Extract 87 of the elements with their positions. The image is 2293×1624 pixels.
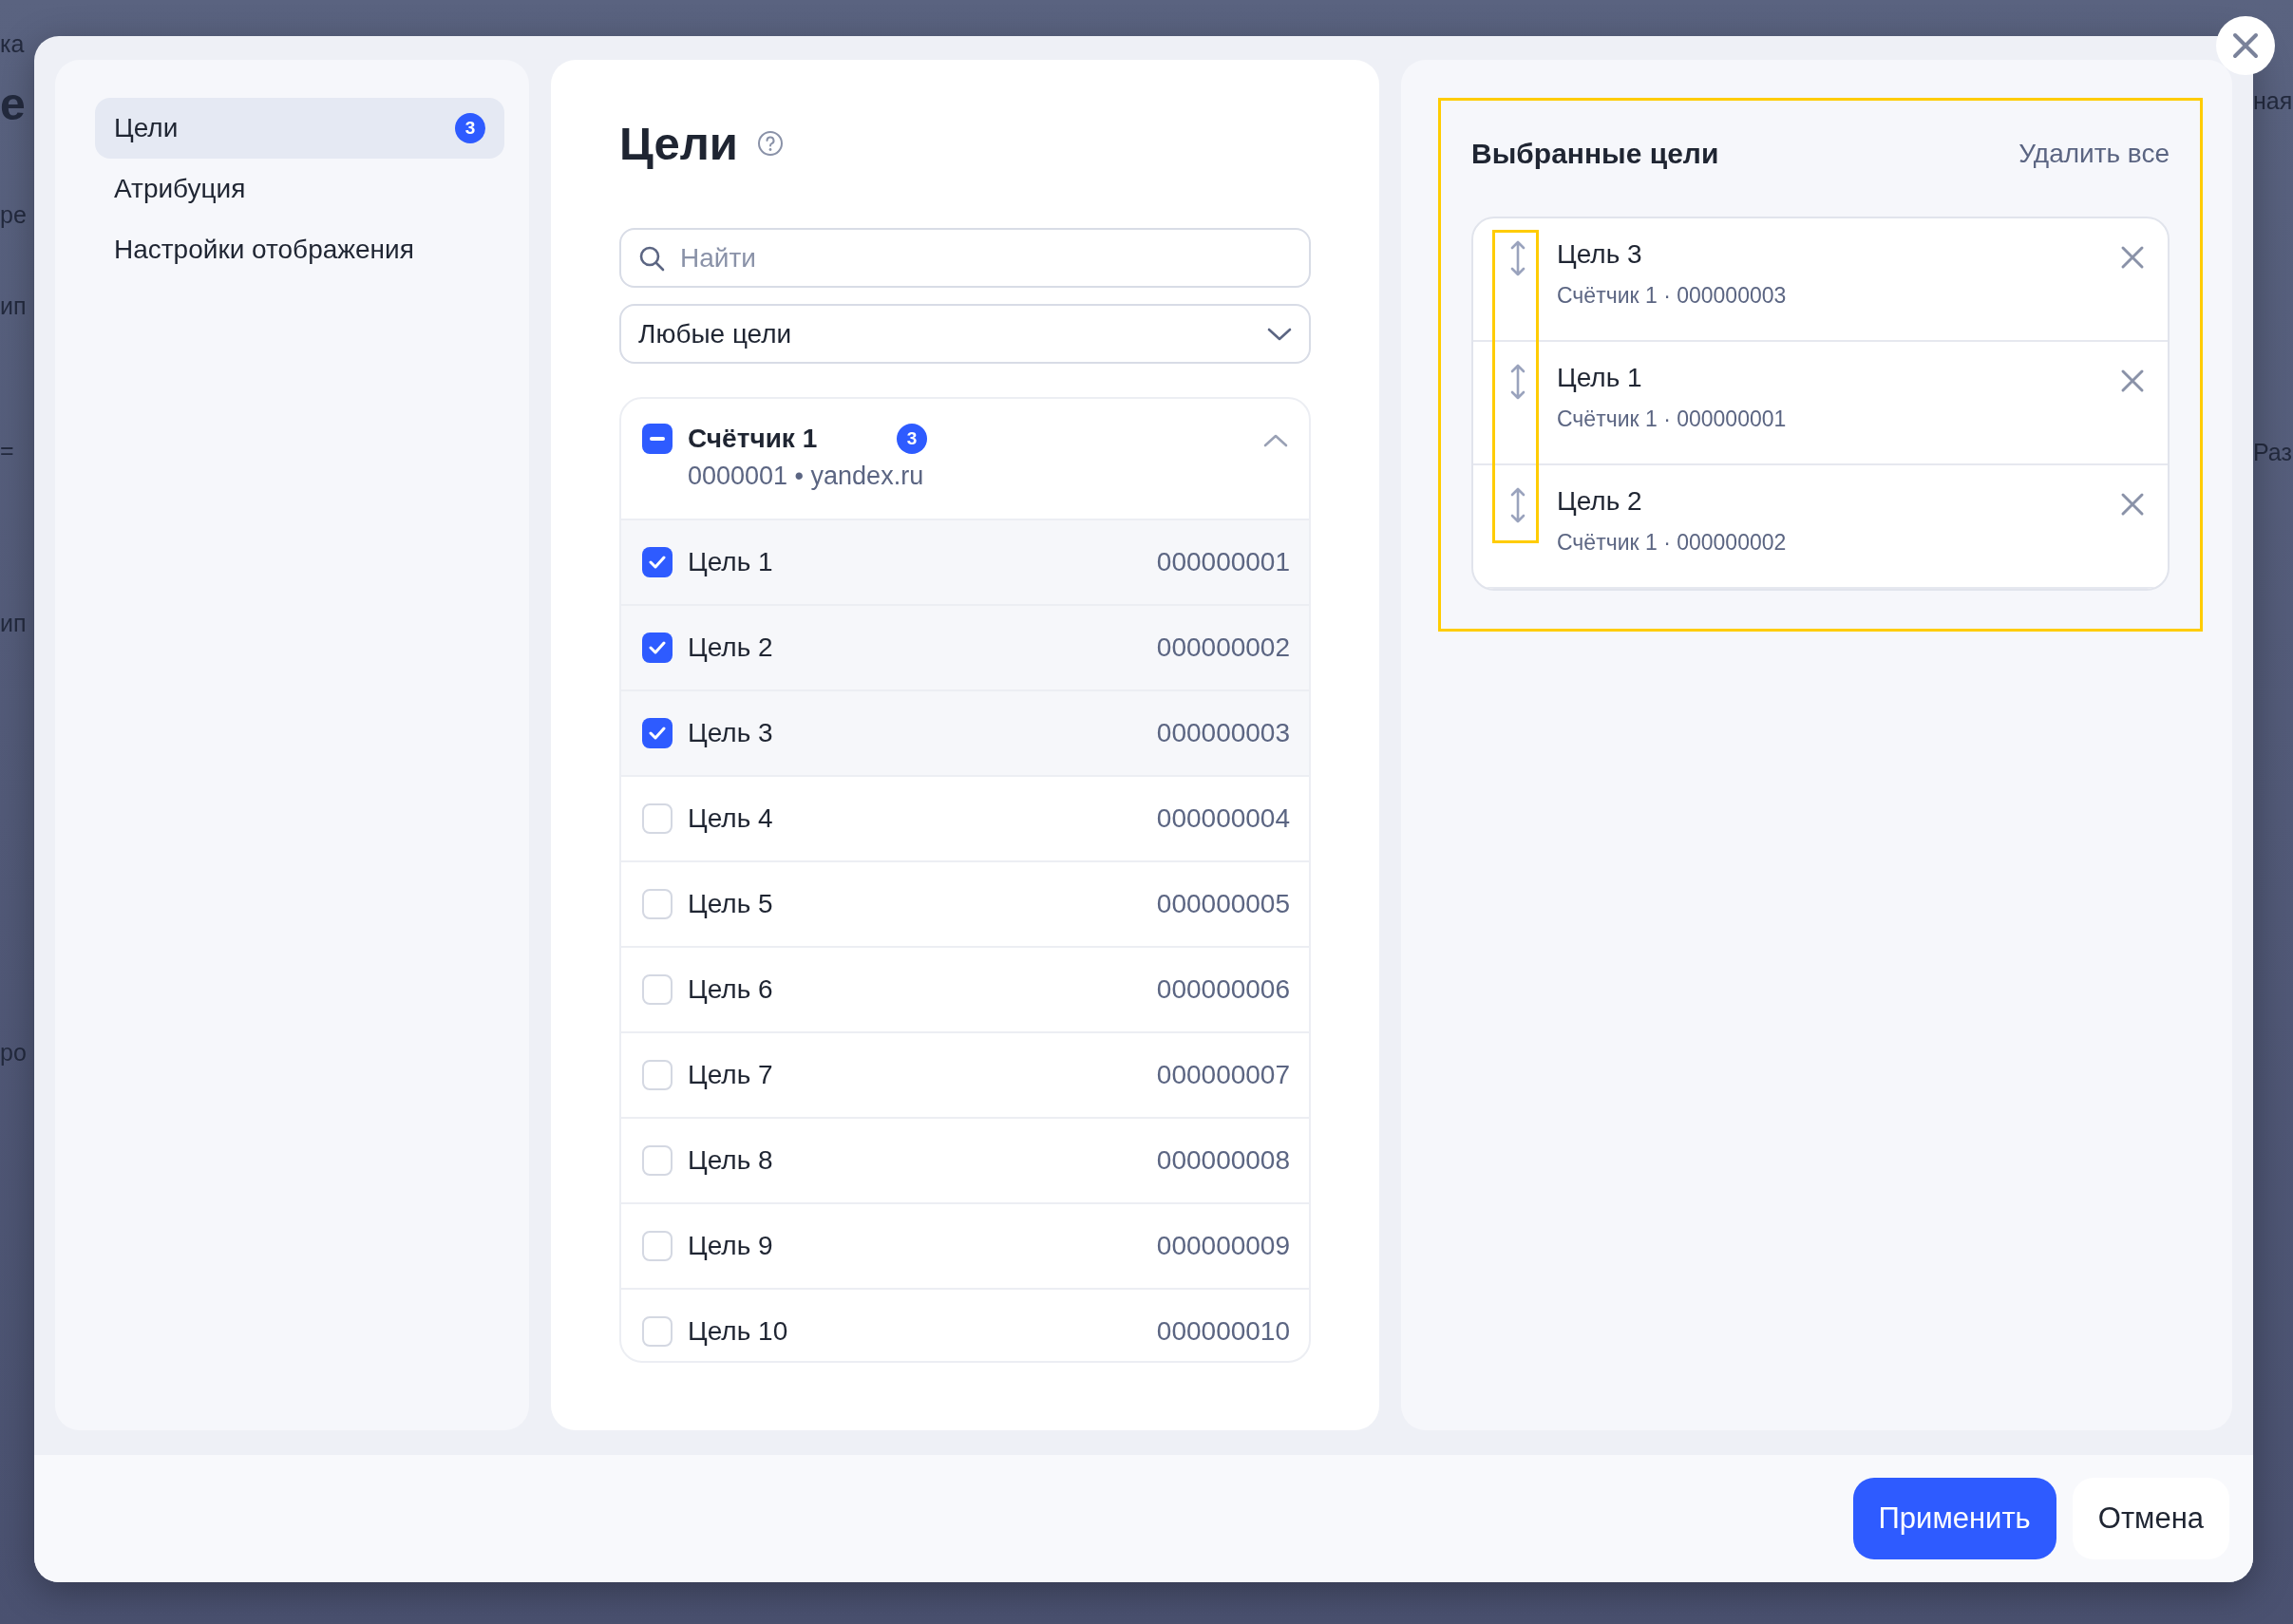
remove-button[interactable] <box>2120 492 2145 517</box>
background-text: ип <box>0 293 27 320</box>
count-badge: 3 <box>897 424 927 454</box>
checkbox[interactable] <box>642 1145 673 1176</box>
checkbox[interactable] <box>642 889 673 919</box>
cancel-button[interactable]: Отмена <box>2072 1478 2229 1559</box>
goal-id: 000000006 <box>1156 974 1290 1005</box>
check-icon <box>649 641 666 654</box>
goal-row[interactable]: Цель 3 000000003 <box>621 691 1309 777</box>
goal-id: 000000008 <box>1156 1145 1290 1176</box>
close-icon <box>2120 368 2145 393</box>
goal-meta: Счётчик 1 · 000000001 <box>1557 406 1788 432</box>
goal-id: 000000005 <box>1156 889 1290 919</box>
close-icon <box>2120 492 2145 517</box>
goal-row[interactable]: Цель 2 000000002 <box>621 606 1309 691</box>
goal-row[interactable]: Цель 6 000000006 <box>621 948 1309 1033</box>
goal-meta: Счётчик 1 · 000000002 <box>1557 530 1788 556</box>
goal-row[interactable]: Цель 1 000000001 <box>621 520 1309 606</box>
goal-name: Цель 7 <box>688 1060 774 1090</box>
chevron-down-icon <box>1267 326 1292 342</box>
search-field[interactable]: Найти <box>619 228 1311 288</box>
goal-row[interactable]: Цель 7 000000007 <box>621 1033 1309 1119</box>
counter-subtitle: 0000001 • yandex.ru <box>688 462 925 491</box>
close-icon <box>2232 32 2259 59</box>
checkbox[interactable] <box>642 803 673 834</box>
goal-name: Цель 10 <box>688 1316 789 1347</box>
remove-button[interactable] <box>2120 245 2145 270</box>
background-text: Раз <box>2253 439 2292 466</box>
checkbox[interactable] <box>642 547 673 577</box>
background-text: ка <box>0 30 25 58</box>
checkbox[interactable] <box>642 1060 673 1090</box>
goal-name: Цель 8 <box>688 1145 774 1176</box>
goal-meta: Счётчик 1 · 000000003 <box>1557 283 1788 309</box>
goal-name: Цель 1 <box>1557 363 1643 393</box>
help-icon[interactable] <box>756 130 784 157</box>
checkbox[interactable] <box>642 718 673 748</box>
goal-row[interactable]: Цель 5 000000005 <box>621 862 1309 948</box>
goal-row[interactable]: Цель 9 000000009 <box>621 1204 1309 1290</box>
goal-id: 000000010 <box>1156 1316 1290 1347</box>
goal-name: Цель 4 <box>688 803 774 834</box>
close-icon <box>2120 245 2145 270</box>
goal-id: 000000009 <box>1156 1231 1290 1261</box>
background-text: е <box>0 78 26 130</box>
goal-id: 000000001 <box>1156 547 1290 577</box>
goal-id: 000000002 <box>1156 633 1290 663</box>
drag-handle-icon[interactable] <box>1509 239 1526 277</box>
background-text: ип <box>0 610 27 637</box>
goal-name: Цель 1 <box>688 547 774 577</box>
goal-row[interactable]: Цель 4 000000004 <box>621 777 1309 862</box>
check-icon <box>649 727 666 740</box>
goal-name: Цель 3 <box>1557 239 1643 270</box>
chevron-up-icon[interactable] <box>1263 433 1288 448</box>
checkbox[interactable] <box>642 424 673 454</box>
drag-handle-icon[interactable] <box>1509 363 1526 401</box>
drag-handle-icon[interactable] <box>1509 486 1526 524</box>
sidebar-item[interactable]: Цели 3 <box>95 98 504 159</box>
goal-name: Цель 6 <box>688 974 774 1005</box>
checkbox[interactable] <box>642 633 673 663</box>
background-text: ре <box>0 201 27 229</box>
goal-id: 000000003 <box>1156 718 1290 748</box>
checkbox[interactable] <box>642 974 673 1005</box>
goal-name: Цель 2 <box>1557 486 1643 517</box>
search-icon <box>638 245 665 272</box>
goal-name: Цель 5 <box>688 889 774 919</box>
background-text: = <box>0 437 14 464</box>
check-icon <box>649 556 666 569</box>
sidebar-item[interactable]: Настройки отображения <box>95 219 504 280</box>
clear-all-link[interactable]: Удалить все <box>2018 139 2170 169</box>
minus-icon <box>650 437 665 441</box>
goal-name: Цель 3 <box>688 718 774 748</box>
checkbox[interactable] <box>642 1231 673 1261</box>
filter-dropdown[interactable]: Любые цели <box>619 304 1311 364</box>
apply-button[interactable]: Применить <box>1852 1478 2056 1559</box>
panel-title: Цели <box>619 117 738 170</box>
checkbox[interactable] <box>642 1316 673 1347</box>
count-badge: 3 <box>455 113 485 143</box>
counter-name: Счётчик 1 <box>688 424 819 454</box>
goal-row[interactable]: Цель 10 000000010 <box>621 1290 1309 1361</box>
goal-name: Цель 9 <box>688 1231 774 1261</box>
remove-button[interactable] <box>2120 368 2145 393</box>
panel-title: Выбранные цели <box>1471 138 1719 170</box>
goal-row[interactable]: Цель 8 000000008 <box>621 1119 1309 1204</box>
goal-id: 000000004 <box>1156 803 1290 834</box>
background-text: ная <box>2253 87 2293 115</box>
goal-name: Цель 2 <box>688 633 774 663</box>
goal-id: 000000007 <box>1156 1060 1290 1090</box>
sidebar-item[interactable]: Атрибуция <box>95 159 504 219</box>
